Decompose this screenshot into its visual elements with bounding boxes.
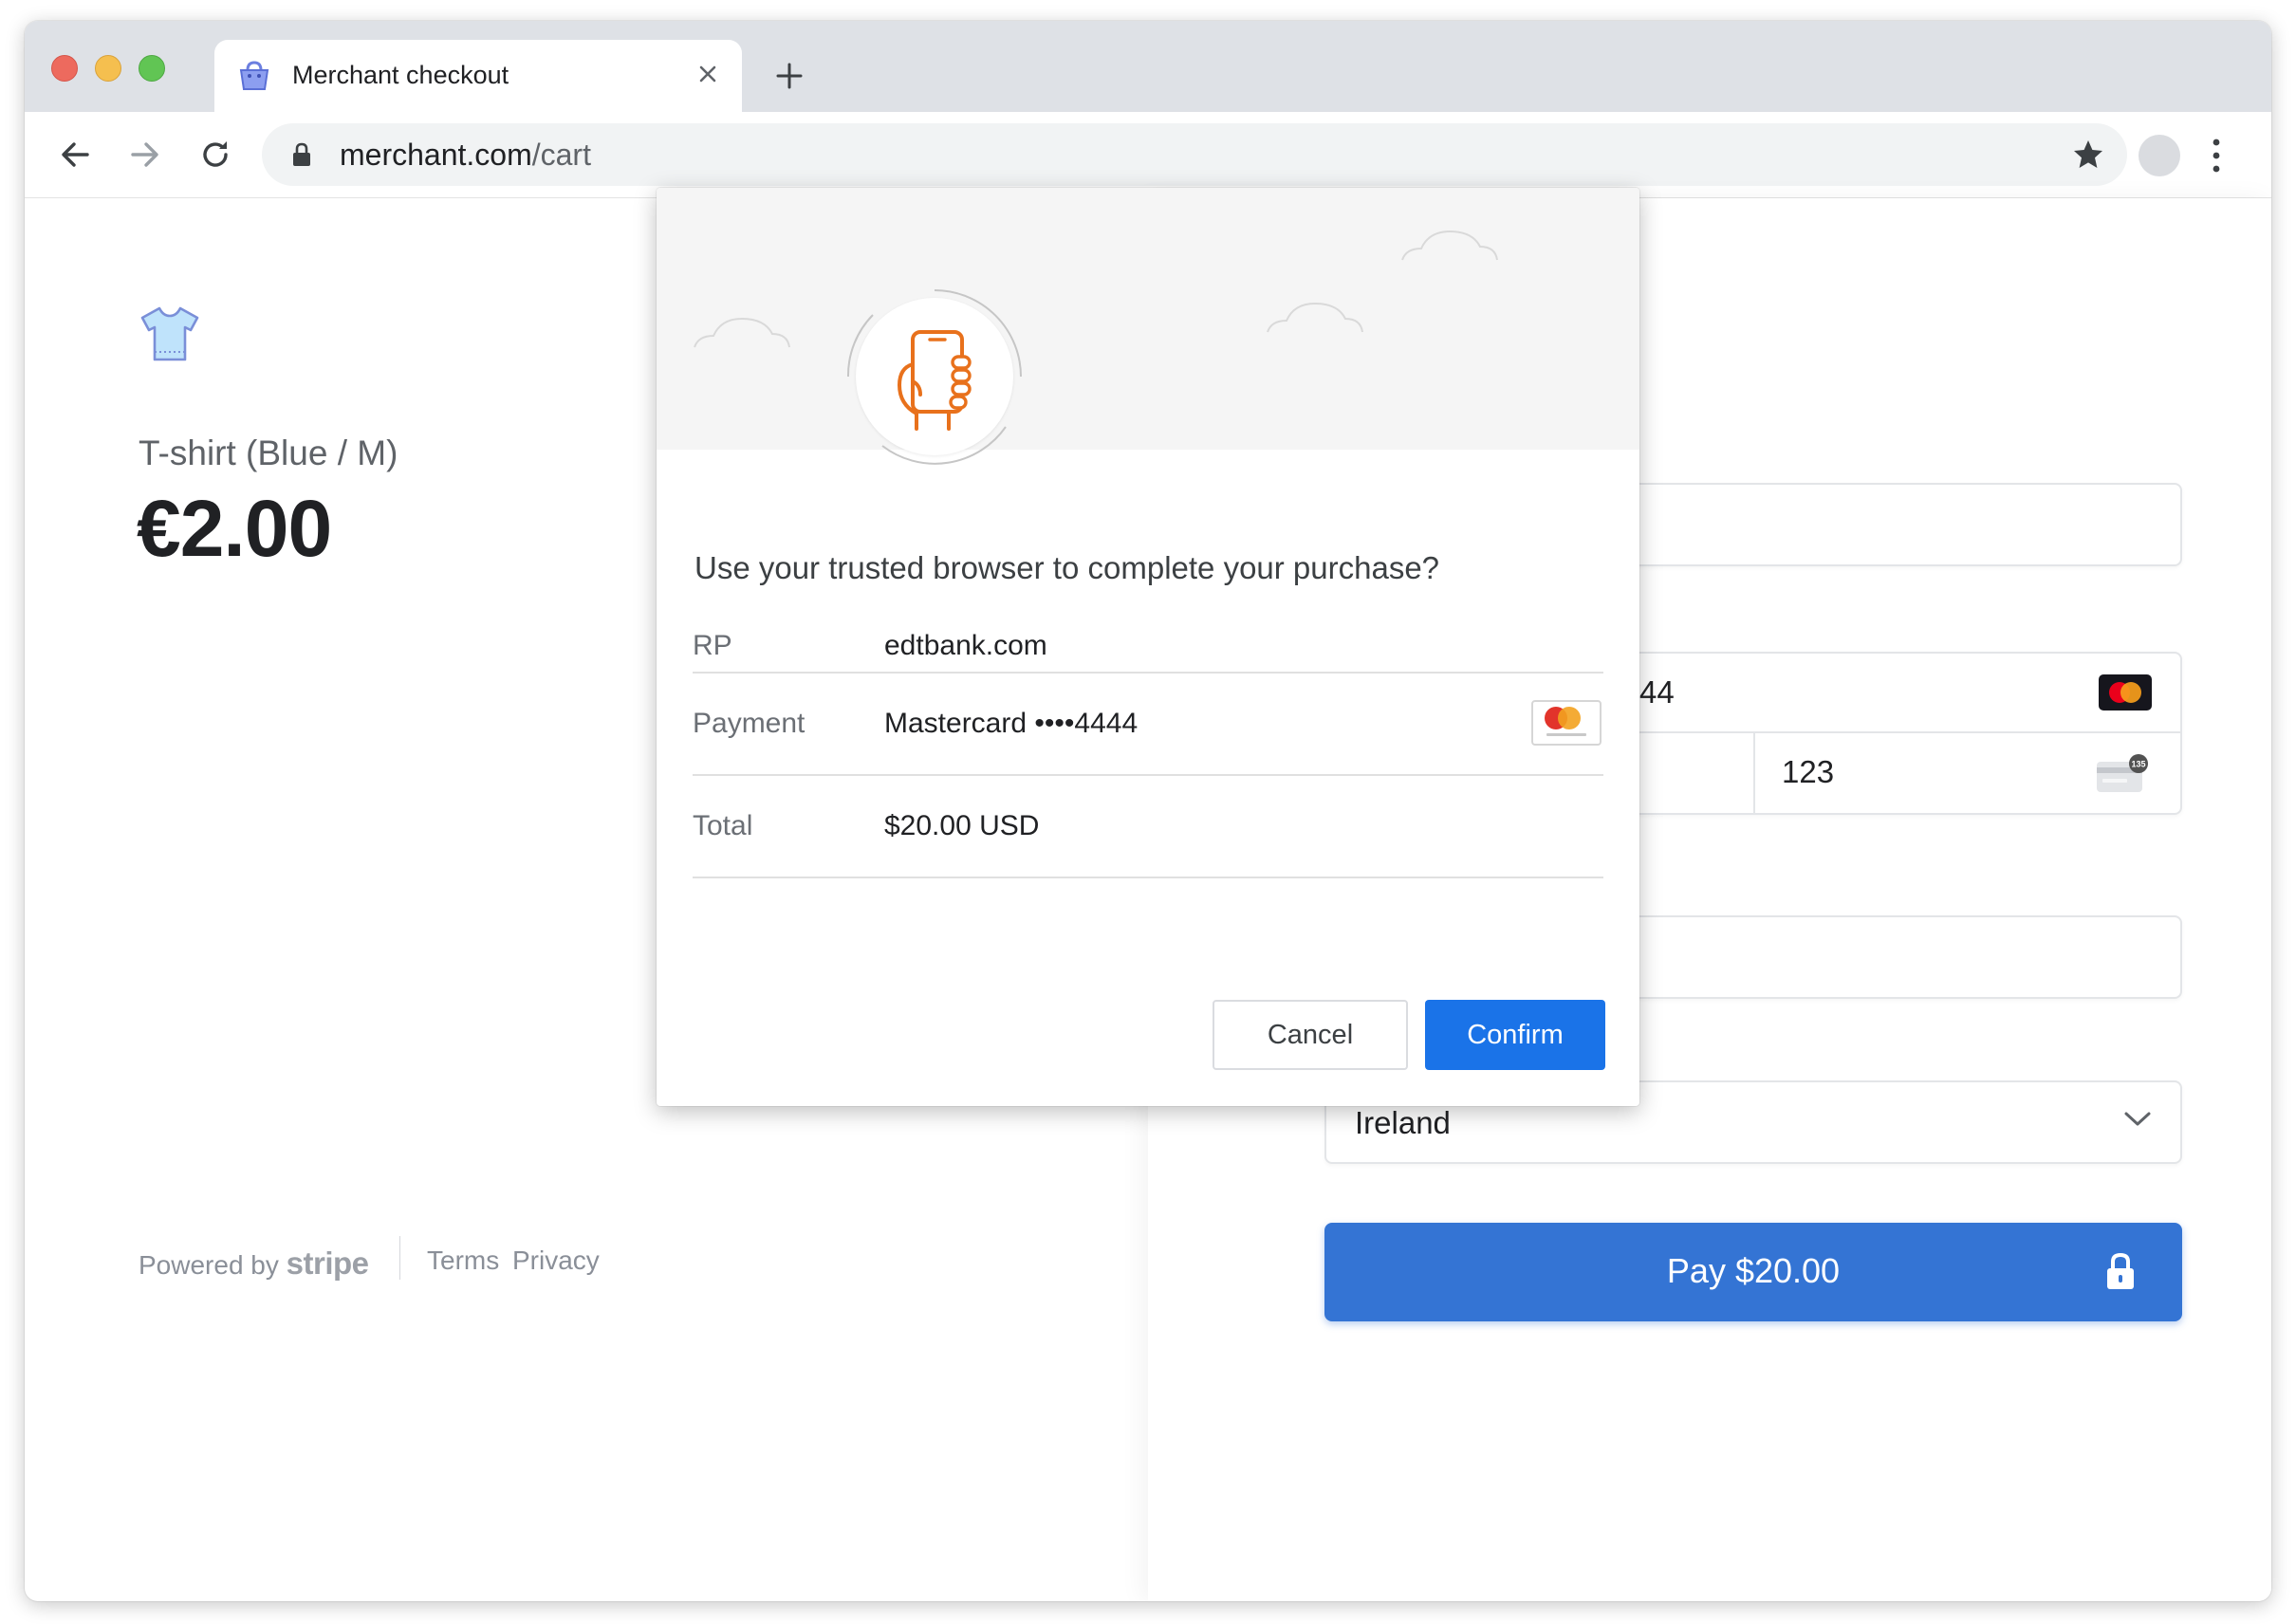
product-price: €2.00 [137, 484, 332, 573]
card-number-input[interactable]: 44 [1639, 674, 1675, 710]
payment-label: Payment [693, 708, 805, 739]
product-name: T-shirt (Blue / M) [139, 434, 398, 472]
url-host: merchant.com [340, 138, 532, 172]
url-path: /cart [531, 138, 591, 172]
footer-divider [399, 1236, 400, 1280]
cloud-icon [1401, 230, 1498, 261]
card-cvc-icon: 135 [2097, 754, 2148, 792]
cvc-input[interactable]: 123 [1782, 754, 1834, 790]
stripe-logo: stripe [286, 1246, 369, 1281]
lock-icon [2107, 1252, 2134, 1289]
browser-window: Merchant checkout merchant.com/cart T-sh… [25, 21, 2271, 1601]
arrow-left-icon[interactable] [53, 133, 97, 176]
rp-value: edtbank.com [884, 630, 1047, 661]
total-label: Total [693, 810, 753, 841]
svg-text:135: 135 [2131, 760, 2145, 769]
confirm-button[interactable]: Confirm [1425, 1000, 1605, 1070]
country-value: Ireland [1355, 1105, 1451, 1140]
mastercard-icon [2099, 674, 2152, 710]
minimize-window-button[interactable] [95, 55, 121, 82]
payment-row: Payment Mastercard ••••4444 [693, 672, 1603, 776]
privacy-link[interactable]: Privacy [512, 1246, 600, 1276]
tshirt-icon [140, 306, 199, 361]
tab-strip: Merchant checkout [25, 21, 2271, 112]
rp-row: RP edtbank.com [693, 571, 1603, 674]
browser-toolbar: merchant.com/cart [25, 112, 2271, 198]
star-icon[interactable] [2070, 137, 2106, 173]
plus-icon[interactable] [770, 57, 808, 95]
arrow-right-icon[interactable] [123, 133, 167, 176]
tab-merchant-checkout[interactable]: Merchant checkout [214, 40, 742, 112]
card-divider-vertical [1753, 733, 1755, 813]
avatar[interactable] [2139, 135, 2180, 176]
zoom-window-button[interactable] [139, 55, 165, 82]
dialog-hero [657, 188, 1639, 465]
shopping-bag-icon [239, 61, 269, 90]
url-text[interactable]: merchant.com/cart [340, 138, 591, 173]
chevron-down-icon [2124, 1112, 2151, 1126]
more-vert-icon[interactable] [2209, 135, 2224, 176]
cancel-button[interactable]: Cancel [1213, 1000, 1408, 1070]
powered-by[interactable]: Powered by stripe [139, 1246, 369, 1282]
pay-button[interactable]: Pay $20.00 [1324, 1223, 2182, 1321]
total-value: $20.00 USD [884, 810, 1040, 841]
payment-confirmation-dialog: Use your trusted browser to complete you… [657, 188, 1639, 1106]
total-row: Total $20.00 USD [693, 774, 1603, 878]
close-window-button[interactable] [51, 55, 78, 82]
cloud-icon [694, 317, 790, 348]
address-bar[interactable]: merchant.com/cart [262, 123, 2127, 186]
powered-by-label: Powered by [139, 1250, 279, 1280]
mastercard-card-icon [1531, 700, 1602, 746]
pay-button-label: Pay $20.00 [1666, 1251, 1841, 1290]
terms-link[interactable]: Terms [427, 1246, 499, 1276]
reload-icon[interactable] [194, 133, 237, 176]
cloud-icon [1267, 302, 1363, 333]
lock-icon[interactable] [290, 142, 313, 167]
tab-title: Merchant checkout [292, 61, 509, 89]
phone-in-hand-icon [897, 330, 972, 431]
close-icon[interactable] [689, 55, 727, 93]
rp-label: RP [693, 630, 732, 661]
payment-value: Mastercard ••••4444 [884, 708, 1139, 739]
